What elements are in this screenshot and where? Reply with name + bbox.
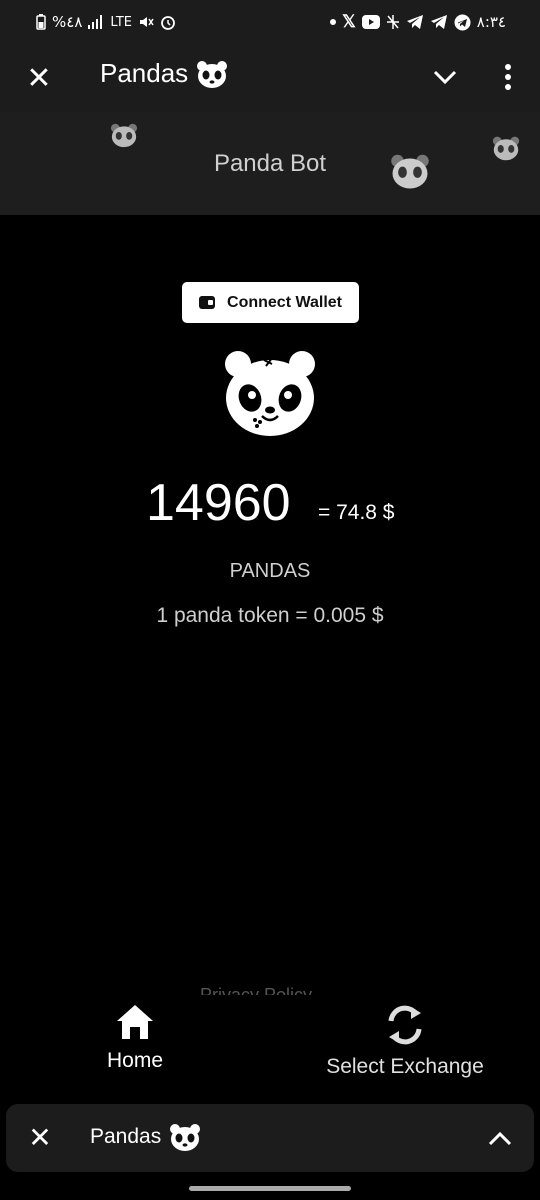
usd-value: = 74.8 $ bbox=[318, 501, 395, 524]
nav-home-label: Home bbox=[106, 1049, 164, 1072]
chevron-down-icon[interactable] bbox=[430, 62, 460, 92]
signal-icon bbox=[88, 15, 103, 29]
mini-title: Pandas bbox=[90, 1122, 201, 1152]
dot-icon bbox=[330, 19, 337, 25]
panda-emoji-icon bbox=[197, 60, 228, 88]
nav-select-exchange-label: Select Exchange bbox=[326, 1055, 484, 1078]
token-rate: 1 panda token = 0.005 $ bbox=[156, 604, 384, 627]
token-balance: 14960 bbox=[146, 474, 291, 532]
minimized-app-bar[interactable]: ✕ Pandas bbox=[6, 1104, 534, 1172]
status-right: 𝕏 ٨:٣٤ bbox=[330, 12, 506, 32]
page-title: Pandas bbox=[100, 58, 228, 89]
header-title-text: Pandas bbox=[100, 58, 189, 88]
bot-title: Panda Bot bbox=[213, 150, 327, 177]
telegram-icon-2 bbox=[430, 15, 447, 29]
close-icon[interactable]: ✕ bbox=[24, 64, 54, 94]
connect-wallet-button[interactable]: Connect Wallet bbox=[182, 282, 359, 323]
battery-icon bbox=[36, 14, 46, 30]
telegram-circle-icon bbox=[454, 14, 471, 30]
close-icon[interactable]: ✕ bbox=[26, 1124, 54, 1152]
chevron-up-icon[interactable] bbox=[486, 1126, 514, 1152]
home-icon bbox=[117, 1005, 153, 1039]
network-type: LTE bbox=[110, 14, 132, 30]
wallet-icon bbox=[199, 296, 216, 309]
panda-emoji-icon bbox=[170, 1124, 201, 1151]
bot-banner: Panda Bot bbox=[0, 112, 540, 215]
more-vertical-icon[interactable] bbox=[496, 62, 520, 92]
panda-decoration-icon bbox=[111, 123, 137, 148]
main-content: Connect Wallet 14960 = 74.8 $ PANDAS 1 p… bbox=[0, 215, 540, 995]
alarm-icon bbox=[161, 16, 175, 30]
panda-decoration-icon bbox=[391, 154, 429, 189]
bottom-nav: Home Select Exchange bbox=[0, 995, 540, 1090]
status-bar: %٤٨ LTE 𝕏 ٨:٣٤ bbox=[0, 0, 540, 44]
clock: ٨:٣٤ bbox=[476, 13, 506, 31]
app-notification-icon bbox=[386, 15, 399, 29]
app-header: ✕ Pandas bbox=[0, 44, 540, 112]
nav-select-exchange[interactable]: Select Exchange bbox=[310, 1003, 500, 1079]
status-left: %٤٨ LTE bbox=[36, 13, 176, 31]
nav-home[interactable]: Home bbox=[80, 1003, 190, 1073]
token-name: PANDAS bbox=[229, 560, 311, 582]
battery-percent: %٤٨ bbox=[52, 13, 83, 31]
privacy-policy-link[interactable]: Privacy Policy bbox=[200, 983, 312, 995]
mute-icon bbox=[140, 17, 154, 27]
exchange-icon bbox=[388, 1005, 422, 1045]
home-indicator[interactable] bbox=[189, 1186, 351, 1191]
connect-wallet-label: Connect Wallet bbox=[227, 293, 342, 311]
youtube-icon bbox=[361, 15, 380, 29]
x-app-icon: 𝕏 bbox=[342, 12, 356, 31]
telegram-icon bbox=[406, 15, 423, 29]
mini-title-text: Pandas bbox=[90, 1125, 162, 1148]
panda-decoration-icon bbox=[492, 136, 520, 161]
panda-logo-icon bbox=[225, 351, 315, 436]
